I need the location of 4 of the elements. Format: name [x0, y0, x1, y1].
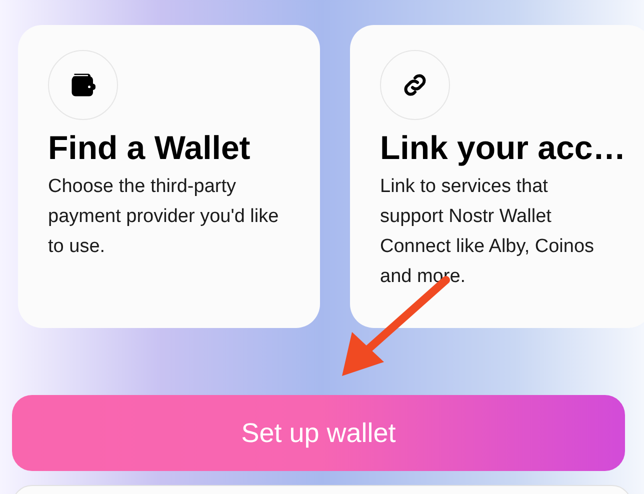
card[interactable]: Find a Wallet Choose the third-party payment provider you'd like to use.: [18, 25, 320, 328]
card-title: Link your acc…: [380, 128, 622, 168]
card-title: Find a Wallet: [48, 128, 252, 168]
card-description: Choose the third-party payment provider you'd like to use.: [48, 175, 280, 259]
